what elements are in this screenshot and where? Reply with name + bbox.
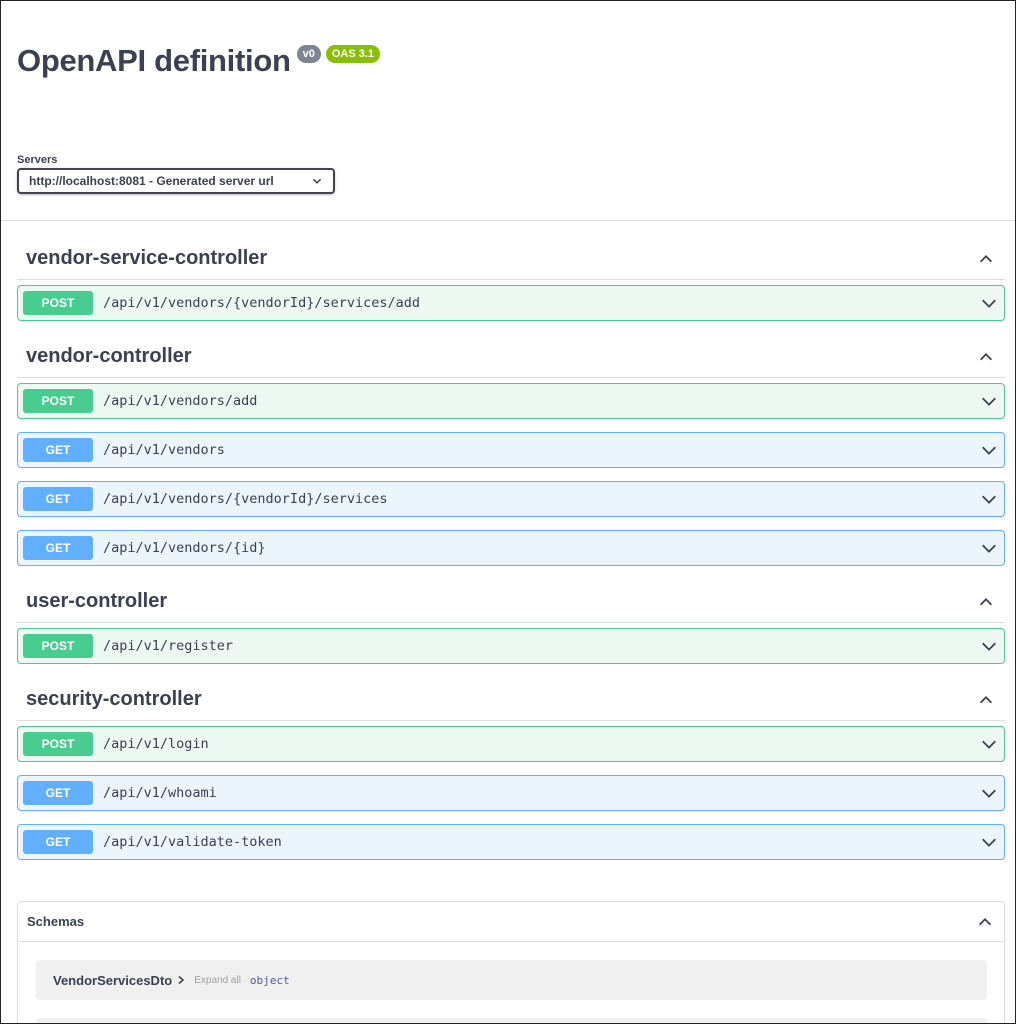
- method-badge: POST: [23, 291, 93, 315]
- tag-group-vendor-controller: vendor-controller POST /api/v1/vendors/a…: [17, 336, 1005, 566]
- tag-title: vendor-service-controller: [26, 247, 268, 269]
- servers-label: Servers: [17, 154, 58, 166]
- chevron-down-icon: [312, 178, 322, 184]
- schemas-title: Schemas: [27, 914, 85, 929]
- operation-path: /api/v1/validate-token: [103, 834, 282, 850]
- chevron-down-icon[interactable]: [980, 441, 998, 459]
- tag-group-vendor-service-controller: vendor-service-controller POST /api/v1/v…: [17, 238, 1005, 321]
- servers-selected-value: http://localhost:8081 - Generated server…: [29, 174, 274, 188]
- tag-group-user-controller: user-controller POST /api/v1/register: [17, 581, 1005, 664]
- operation-path: /api/v1/vendors: [103, 442, 225, 458]
- page-frame: OpenAPI definition v0 OAS 3.1 Servers ht…: [0, 0, 1016, 1024]
- operation-row[interactable]: POST /api/v1/vendors/add: [17, 383, 1005, 419]
- operation-path: /api/v1/register: [103, 638, 234, 654]
- tag-title: user-controller: [26, 590, 168, 612]
- tag-header[interactable]: user-controller: [17, 581, 1005, 623]
- chevron-down-icon[interactable]: [980, 784, 998, 802]
- servers-select[interactable]: http://localhost:8081 - Generated server…: [17, 168, 335, 194]
- operation-row[interactable]: POST /api/v1/vendors/{vendorId}/services…: [17, 285, 1005, 321]
- method-badge: GET: [23, 781, 93, 805]
- chevron-up-icon[interactable]: [977, 250, 995, 268]
- method-badge: GET: [23, 487, 93, 511]
- operation-path: /api/v1/login: [103, 736, 209, 752]
- operation-row[interactable]: GET /api/v1/vendors/{id}: [17, 530, 1005, 566]
- chevron-up-icon[interactable]: [977, 691, 995, 709]
- schemas-section: Schemas VendorServicesDto Expand all obj…: [17, 901, 1005, 1023]
- tag-header[interactable]: vendor-service-controller: [17, 238, 1005, 280]
- method-badge: GET: [23, 438, 93, 462]
- chevron-up-icon[interactable]: [977, 348, 995, 366]
- chevron-down-icon[interactable]: [980, 833, 998, 851]
- model-type: object: [249, 973, 290, 987]
- method-badge: POST: [23, 634, 93, 658]
- operation-path: /api/v1/vendors/{vendorId}/services: [103, 491, 388, 507]
- chevron-down-icon[interactable]: [980, 539, 998, 557]
- chevron-up-icon[interactable]: [977, 593, 995, 611]
- operation-path: /api/v1/whoami: [103, 785, 217, 801]
- schema-model[interactable]: [36, 1018, 987, 1023]
- tag-group-security-controller: security-controller POST /api/v1/login G…: [17, 679, 1005, 860]
- operation-row[interactable]: POST /api/v1/login: [17, 726, 1005, 762]
- chevron-down-icon[interactable]: [980, 735, 998, 753]
- model-name[interactable]: VendorServicesDto: [53, 973, 172, 988]
- chevron-down-icon[interactable]: [980, 392, 998, 410]
- operation-row[interactable]: GET /api/v1/vendors/{vendorId}/services: [17, 481, 1005, 517]
- method-badge: POST: [23, 732, 93, 756]
- chevron-right-icon[interactable]: [176, 975, 186, 985]
- method-badge: GET: [23, 830, 93, 854]
- operation-row[interactable]: POST /api/v1/register: [17, 628, 1005, 664]
- expand-all-link[interactable]: Expand all: [194, 975, 241, 986]
- schemas-header[interactable]: Schemas: [18, 902, 1004, 942]
- chevron-up-icon[interactable]: [976, 913, 994, 931]
- chevron-down-icon[interactable]: [980, 490, 998, 508]
- tag-title: security-controller: [26, 688, 202, 710]
- chevron-down-icon[interactable]: [980, 294, 998, 312]
- oas-version-badge: OAS 3.1: [325, 45, 381, 63]
- page-title: OpenAPI definition: [17, 43, 291, 78]
- operation-path: /api/v1/vendors/{id}: [103, 540, 266, 556]
- header-divider: [1, 220, 1015, 221]
- operation-row[interactable]: GET /api/v1/vendors: [17, 432, 1005, 468]
- schema-model[interactable]: VendorServicesDto Expand all object: [36, 960, 987, 1000]
- operation-path: /api/v1/vendors/add: [103, 393, 258, 409]
- version-badge: v0: [296, 45, 321, 63]
- method-badge: GET: [23, 536, 93, 560]
- tag-title: vendor-controller: [26, 345, 192, 367]
- operation-path: /api/v1/vendors/{vendorId}/services/add: [103, 295, 420, 311]
- chevron-down-icon[interactable]: [980, 637, 998, 655]
- operation-row[interactable]: GET /api/v1/validate-token: [17, 824, 1005, 860]
- tag-header[interactable]: vendor-controller: [17, 336, 1005, 378]
- tag-header[interactable]: security-controller: [17, 679, 1005, 721]
- method-badge: POST: [23, 389, 93, 413]
- operation-row[interactable]: GET /api/v1/whoami: [17, 775, 1005, 811]
- api-header: OpenAPI definition v0 OAS 3.1: [17, 41, 381, 85]
